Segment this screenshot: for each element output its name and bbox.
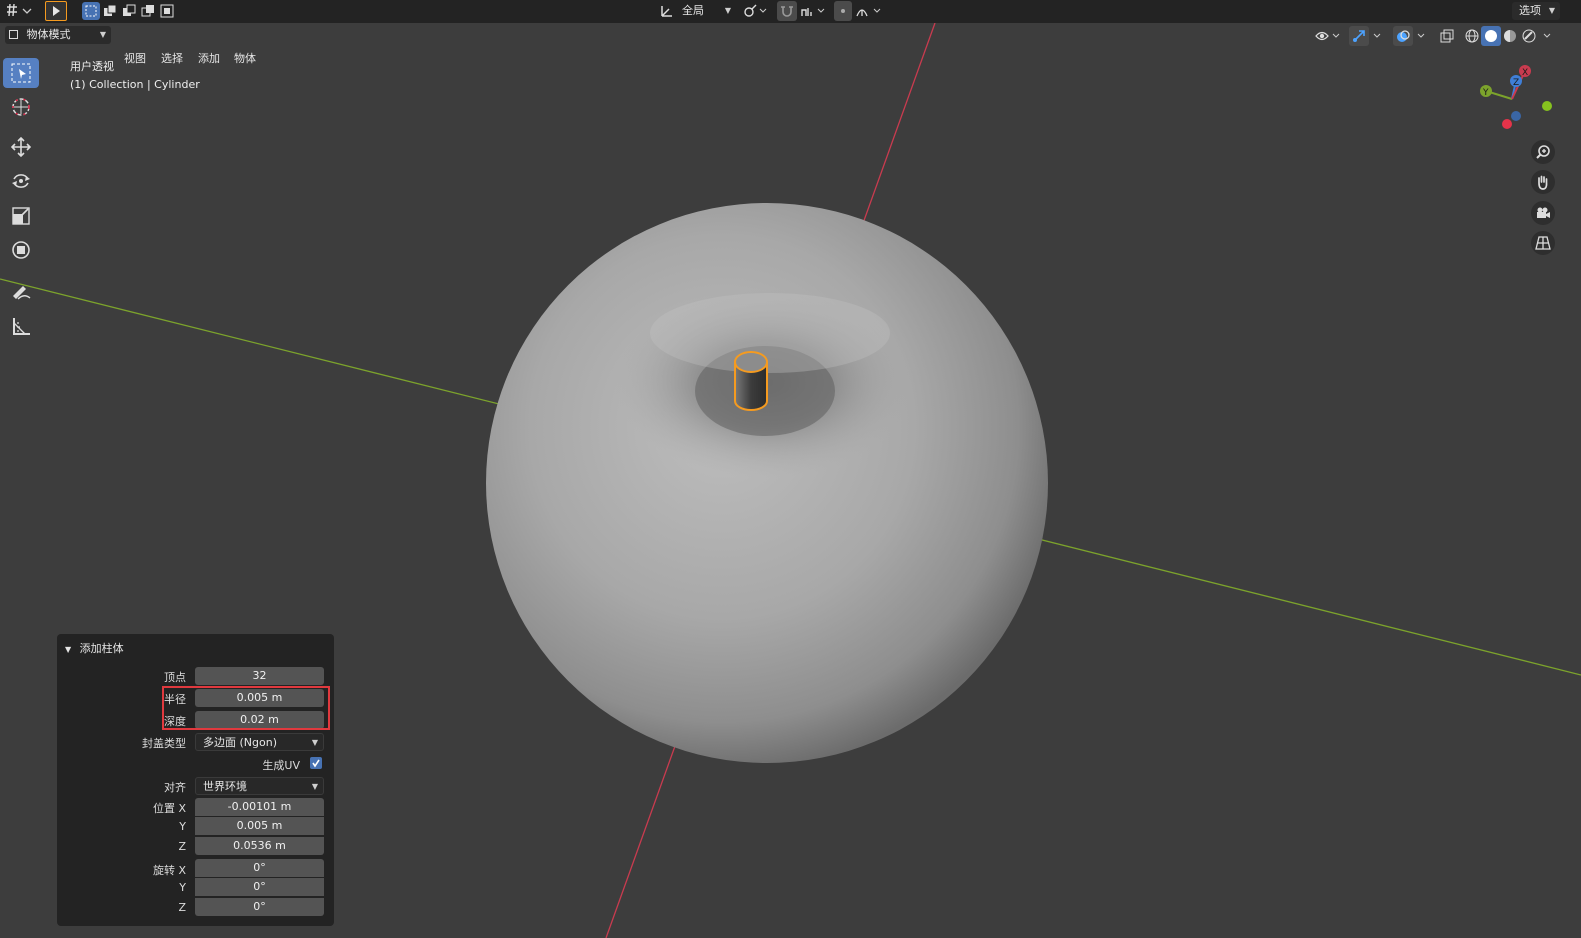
overlays-toggle-icon[interactable] [1393,26,1413,46]
select-box-tool-icon[interactable] [3,58,39,88]
cylinder-object [734,351,768,411]
panel-title: 添加柱体 [79,642,124,655]
view-name: 用户透视 [70,60,114,73]
align-dropdown[interactable]: 世界环境 ▼ [195,777,324,795]
menu-view[interactable]: 视图 [124,51,146,67]
select-mode-extend-icon[interactable] [101,2,119,20]
chevron-down-icon[interactable] [1370,27,1384,45]
top-header: 全局 ▼ 选项 ▼ [0,0,1581,23]
y-axis-label: Y [1482,88,1489,98]
location-y-field[interactable]: 0.005 m [195,817,324,835]
chevron-down-icon: ▼ [311,738,318,747]
add-cylinder-panel[interactable]: ▼ 添加柱体 顶点 32 半径 0.005 m 深度 0.02 m 封盖类型 多… [57,634,334,926]
neg-z-handle [1511,111,1521,121]
mode-label: 物体模式 [26,28,71,41]
select-mode-new-icon[interactable] [82,2,100,20]
pivot-point-icon[interactable] [742,2,770,20]
snap-target-icon[interactable] [799,2,829,20]
navigation-gizmo[interactable]: X Y Z [1470,63,1570,133]
perspective-grid-icon[interactable] [1531,231,1555,255]
vertices-field[interactable]: 32 [195,667,324,685]
select-mode-invert-icon[interactable] [139,2,157,20]
location-y-label: Y [179,820,186,833]
gizmo-toggle-icon[interactable] [1349,26,1369,46]
pan-hand-icon[interactable] [1531,170,1555,194]
options-dropdown[interactable]: 选项 ▼ [1512,2,1560,20]
move-tool-icon[interactable] [3,132,39,162]
chevron-down-icon: ▼ [99,30,106,39]
transform-tool-icon[interactable] [3,235,39,265]
object-mode-icon [9,30,18,39]
chevron-down-icon[interactable] [1540,27,1554,45]
cap-fill-value: 多边面 (Ngon) [203,736,277,749]
x-axis-label: X [1522,68,1528,78]
cursor-tool-icon[interactable] [3,92,39,122]
proportional-edit-icon[interactable] [834,1,852,21]
location-x-field[interactable]: -0.00101 m [195,798,324,816]
solid-shading-icon[interactable] [1481,26,1501,46]
select-mode-subtract-icon[interactable] [120,2,138,20]
transform-orientation-dropdown[interactable]: 全局 ▼ [678,2,736,20]
visibility-eye-icon[interactable] [1314,27,1344,45]
rotation-z-label: Z [178,901,186,914]
annotate-tool-icon[interactable] [3,277,39,307]
rotation-x-label: 旋转 X [152,864,186,877]
neg-y-handle [1542,101,1552,111]
rotation-y-label: Y [179,881,186,894]
measure-tool-icon[interactable] [3,311,39,341]
cap-fill-label: 封盖类型 [142,737,186,750]
xray-toggle-icon[interactable] [1437,27,1457,45]
select-tool-icon[interactable] [45,1,67,21]
chevron-down-icon[interactable] [1414,27,1428,45]
checkmark-icon [312,759,320,768]
camera-view-icon[interactable] [1531,201,1555,225]
transform-orientation-value: 全局 [682,4,704,17]
z-axis-label: Z [1513,78,1519,88]
wireframe-shading-icon[interactable] [1462,27,1482,45]
generate-uv-checkbox[interactable] [310,757,322,769]
chevron-down-icon: ▼ [311,782,318,791]
rotation-z-field[interactable]: 0° [195,898,324,916]
location-z-field[interactable]: 0.0536 m [195,837,324,855]
options-label: 选项 [1519,4,1541,17]
rendered-shading-icon[interactable] [1519,27,1539,45]
rotate-tool-icon[interactable] [3,166,39,196]
neg-x-handle [1502,119,1512,129]
menu-add[interactable]: 添加 [198,51,220,67]
menu-object[interactable]: 物体 [234,51,256,67]
proportional-falloff-icon[interactable] [855,2,885,20]
chevron-down-icon: ▼ [1548,6,1555,15]
apple-mesh [486,203,1048,763]
transform-orientation-icon[interactable] [657,2,675,20]
select-mode-intersect-icon[interactable] [158,2,176,20]
location-z-label: Z [178,840,186,853]
collapse-triangle-icon[interactable]: ▼ [65,645,71,654]
scale-tool-icon[interactable] [3,201,39,231]
generate-uv-label: 生成UV [262,759,300,772]
align-value: 世界环境 [203,780,247,793]
object-info: (1) Collection | Cylinder [70,78,200,91]
snap-toggle-icon[interactable] [777,1,797,21]
vertices-label: 顶点 [164,671,186,684]
align-label: 对齐 [164,781,186,794]
rotation-x-field[interactable]: 0° [195,859,324,877]
panel-header[interactable]: ▼ 添加柱体 [65,640,124,656]
menu-select[interactable]: 选择 [161,51,183,67]
editor-type-icon[interactable] [4,2,34,20]
zoom-icon[interactable] [1531,140,1555,164]
cap-fill-dropdown[interactable]: 多边面 (Ngon) ▼ [195,733,324,751]
rotation-y-field[interactable]: 0° [195,878,324,896]
location-x-label: 位置 X [152,802,186,815]
material-shading-icon[interactable] [1500,27,1520,45]
highlight-box [162,686,330,730]
mode-dropdown[interactable]: 物体模式 ▼ [5,26,111,44]
viewport-header: 物体模式 ▼ 视图 选择 添加 物体 [0,23,1581,65]
chevron-down-icon: ▼ [724,6,731,15]
